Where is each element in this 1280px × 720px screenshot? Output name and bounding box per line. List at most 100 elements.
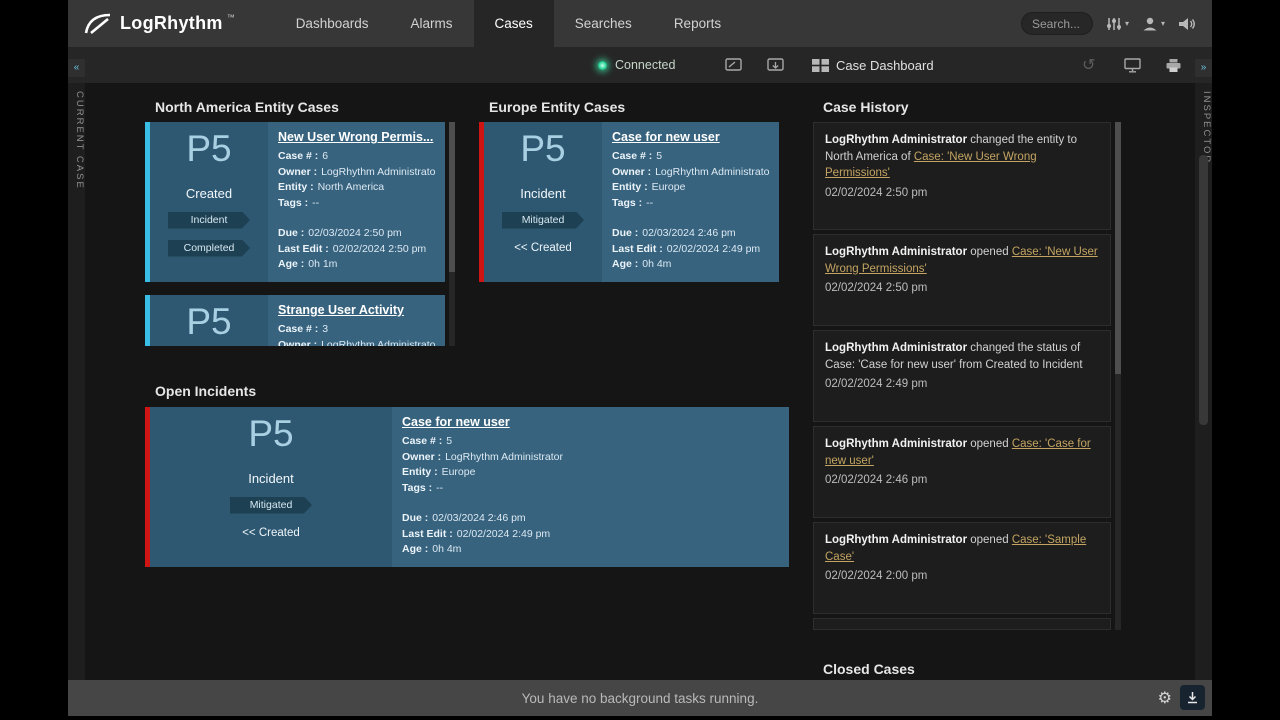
action-incident-button[interactable]: Incident — [168, 212, 250, 229]
dashboard-grid-icon — [812, 59, 829, 72]
history-action: opened — [967, 438, 1012, 450]
case-history-entry-partial — [813, 618, 1111, 630]
case-card-strange-user-activity[interactable]: P5 Strange User Activity Case # :3 Owner… — [145, 295, 445, 346]
nav-tab-alarms[interactable]: Alarms — [389, 0, 473, 47]
case-dates: Due :02/03/2024 2:46 pm Last Edit :02/02… — [402, 511, 779, 558]
case-title-link[interactable]: Case for new user — [612, 130, 769, 144]
save-layout-icon — [767, 58, 784, 72]
collapse-inspector-button[interactable]: » — [1195, 59, 1212, 77]
case-title-link[interactable]: Strange User Activity — [278, 303, 435, 317]
case-details-panel: Case for new user Case # :5 Owner :LogRh… — [602, 122, 779, 282]
present-dashboard-button[interactable] — [1124, 47, 1141, 83]
undo-button[interactable]: ↺ — [1082, 47, 1095, 83]
field-label: Due : — [278, 227, 304, 239]
case-field: Due :02/03/2024 2:46 pm — [402, 511, 779, 527]
history-timestamp: 02/02/2024 2:50 pm — [825, 282, 1099, 294]
case-summary-panel: P5 — [150, 295, 268, 346]
case-field: Tags :-- — [402, 481, 779, 497]
case-status-label: Incident — [248, 471, 294, 486]
sliders-icon — [1106, 16, 1122, 32]
open-incidents-list: P5 Incident Mitigated << Created Case fo… — [145, 407, 789, 567]
case-priority: P5 — [520, 128, 565, 171]
main-content: CURRENT CASE INSPECTOR North America Ent… — [68, 83, 1212, 680]
pin-widget-icon — [725, 58, 742, 72]
scrollbar-thumb[interactable] — [1115, 122, 1121, 374]
gear-icon[interactable]: ⚙ — [1158, 688, 1172, 708]
case-history-entry[interactable]: LogRhythm Administrator changed the stat… — [813, 330, 1111, 422]
case-history-scrollbar[interactable] — [1115, 122, 1121, 630]
user-menu[interactable]: ▾ — [1142, 16, 1165, 32]
section-title-open-incidents: Open Incidents — [155, 383, 256, 399]
dashboard-selector[interactable]: Case Dashboard — [812, 47, 934, 83]
history-timestamp: 02/02/2024 2:46 pm — [825, 474, 1099, 486]
case-field: Last Edit :02/02/2024 2:49 pm — [612, 242, 769, 258]
current-case-tab-label: CURRENT CASE — [68, 91, 85, 190]
collapse-current-case-button[interactable]: « — [68, 59, 85, 77]
case-history-entry[interactable]: LogRhythm Administrator changed the enti… — [813, 122, 1111, 230]
north-america-cases-list: P5 Created Incident Completed New User W… — [145, 122, 455, 346]
action-completed-button[interactable]: Completed — [168, 240, 250, 257]
field-label: Case # : — [278, 150, 318, 162]
field-value: Europe — [652, 181, 686, 193]
downloads-button[interactable] — [1180, 685, 1205, 710]
nav-tab-reports[interactable]: Reports — [653, 0, 742, 47]
section-title-north-america: North America Entity Cases — [155, 99, 339, 115]
history-action: opened — [967, 534, 1012, 546]
case-field: Entity :North America — [278, 180, 435, 196]
field-value: LogRhythm Administrator — [321, 166, 435, 178]
case-history-entry[interactable]: LogRhythm Administrator opened Case: 'Ca… — [813, 426, 1111, 518]
field-label: Due : — [402, 512, 428, 524]
previous-status-link[interactable]: << Created — [242, 527, 300, 539]
nav-tab-searches[interactable]: Searches — [554, 0, 653, 47]
case-status-label: Created — [186, 186, 232, 201]
case-card-case-for-new-user[interactable]: P5 Incident Mitigated << Created Case fo… — [479, 122, 779, 282]
inspector-panel-tab[interactable]: INSPECTOR — [1195, 83, 1212, 680]
case-title-link[interactable]: New User Wrong Permis... — [278, 130, 435, 144]
case-details-panel: Case for new user Case # :5 Owner :LogRh… — [392, 407, 789, 567]
background-tasks-message: You have no background tasks running. — [522, 691, 759, 706]
field-label: Last Edit : — [612, 243, 663, 255]
nav-tab-cases[interactable]: Cases — [474, 0, 554, 47]
print-button[interactable] — [1165, 47, 1182, 83]
nav-tab-dashboards[interactable]: Dashboards — [275, 0, 390, 47]
case-priority: P5 — [248, 413, 293, 456]
notifications-button[interactable] — [1178, 16, 1196, 32]
case-title-link[interactable]: Case for new user — [402, 415, 779, 429]
action-mitigated-button[interactable]: Mitigated — [230, 497, 312, 514]
north-america-scrollbar[interactable] — [449, 122, 455, 346]
field-value: LogRhythm Administrator — [445, 451, 563, 463]
field-label: Last Edit : — [278, 243, 329, 255]
scrollbar-thumb[interactable] — [449, 122, 455, 272]
user-icon — [1142, 16, 1158, 32]
case-summary-panel: P5 Incident Mitigated << Created — [484, 122, 602, 282]
pin-widget-button[interactable] — [725, 47, 742, 83]
history-actor: LogRhythm Administrator — [825, 246, 967, 258]
field-label: Entity : — [612, 181, 648, 193]
field-value: North America — [318, 181, 385, 193]
field-value: 6 — [322, 150, 328, 162]
case-card-new-user-wrong-permissions[interactable]: P5 Created Incident Completed New User W… — [145, 122, 445, 282]
current-case-panel-tab[interactable]: CURRENT CASE — [68, 83, 85, 680]
display-options-menu[interactable]: ▾ — [1106, 16, 1129, 32]
previous-status-link[interactable]: << Created — [514, 242, 572, 254]
trademark-symbol: ™ — [227, 13, 235, 22]
field-value: LogRhythm Administrator — [655, 166, 769, 178]
undo-icon: ↺ — [1082, 55, 1095, 75]
case-field: Tags :-- — [278, 196, 435, 212]
history-entry-text: LogRhythm Administrator opened Case: 'Ca… — [825, 436, 1099, 469]
action-mitigated-button[interactable]: Mitigated — [502, 212, 584, 229]
field-label: Owner : — [402, 451, 441, 463]
save-layout-button[interactable] — [767, 47, 784, 83]
field-label: Case # : — [612, 150, 652, 162]
case-status-label: Incident — [520, 186, 566, 201]
case-field: Case # :3 — [278, 322, 435, 338]
case-history-entry[interactable]: LogRhythm Administrator opened Case: 'Sa… — [813, 522, 1111, 614]
search-input[interactable] — [1021, 12, 1093, 35]
connection-status-label: Connected — [615, 58, 675, 72]
history-timestamp: 02/02/2024 2:49 pm — [825, 378, 1099, 390]
case-history-entry[interactable]: LogRhythm Administrator opened Case: 'Ne… — [813, 234, 1111, 326]
case-card-case-for-new-user-open-incident[interactable]: P5 Incident Mitigated << Created Case fo… — [145, 407, 789, 567]
field-label: Age : — [612, 258, 638, 270]
main-scrollbar-thumb[interactable] — [1199, 155, 1208, 425]
case-field: Entity : Europe — [612, 180, 769, 196]
